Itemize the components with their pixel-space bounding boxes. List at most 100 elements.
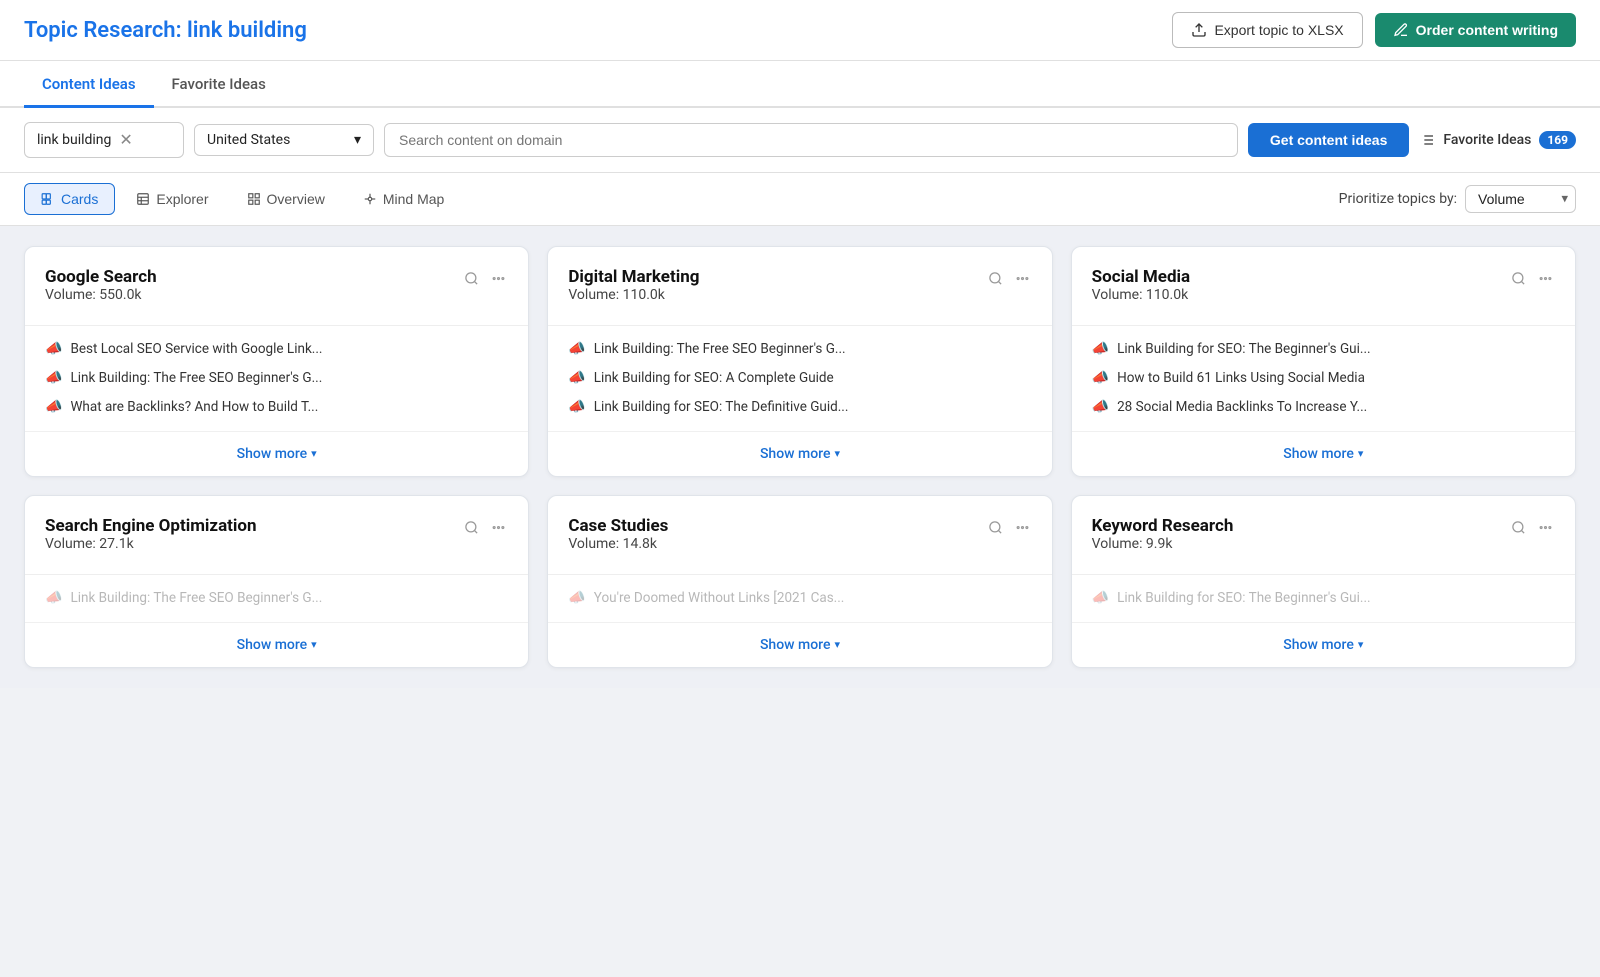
- page-title-static: Topic Research:: [24, 18, 182, 43]
- search-icon: [464, 520, 479, 535]
- keyword-value: link building: [37, 132, 111, 148]
- show-more-label: Show more: [237, 446, 308, 462]
- card-item: 📣 Link Building for SEO: The Beginner's …: [1092, 340, 1555, 359]
- view-tab-overview-label: Overview: [267, 191, 325, 207]
- view-tab-overview[interactable]: Overview: [230, 183, 342, 215]
- show-more-button[interactable]: Show more ▾: [548, 622, 1051, 667]
- card-item-text: 28 Social Media Backlinks To Increase Y.…: [1117, 398, 1367, 417]
- more-icon: [1015, 271, 1030, 286]
- controls-bar: link building ✕ United States ▾ Get cont…: [0, 108, 1600, 173]
- order-label: Order content writing: [1416, 22, 1558, 38]
- search-icon: [988, 520, 1003, 535]
- show-more-button[interactable]: Show more ▾: [548, 431, 1051, 476]
- show-more-chevron: ▾: [834, 638, 840, 651]
- show-more-chevron: ▾: [311, 447, 317, 460]
- view-tab-cards-label: Cards: [61, 191, 98, 207]
- card-more-button[interactable]: [489, 269, 508, 288]
- card-item: 📣 What are Backlinks? And How to Build T…: [45, 398, 508, 417]
- show-more-label: Show more: [760, 446, 831, 462]
- show-more-button[interactable]: Show more ▾: [25, 622, 528, 667]
- show-more-button[interactable]: Show more ▾: [1072, 431, 1575, 476]
- card-item-text: Link Building for SEO: The Definitive Gu…: [594, 398, 849, 417]
- card-search-button[interactable]: [1509, 518, 1528, 537]
- show-more-button[interactable]: Show more ▾: [1072, 622, 1575, 667]
- card-header: Keyword Research Volume: 9.9k: [1092, 516, 1555, 570]
- search-icon: [1511, 520, 1526, 535]
- get-content-ideas-button[interactable]: Get content ideas: [1248, 123, 1409, 157]
- order-button[interactable]: Order content writing: [1375, 13, 1576, 47]
- tab-content-ideas[interactable]: Content Ideas: [24, 61, 154, 108]
- list-icon: [1419, 132, 1435, 148]
- card-item: 📣 Link Building for SEO: The Beginner's …: [1092, 589, 1555, 608]
- view-tabs: Cards Explorer Overview Mind Map: [24, 183, 461, 215]
- domain-search-input[interactable]: [384, 123, 1238, 157]
- card-search-button[interactable]: [1509, 269, 1528, 288]
- card-item: 📣 Best Local SEO Service with Google Lin…: [45, 340, 508, 359]
- favorite-ideas-button[interactable]: Favorite Ideas 169: [1419, 131, 1576, 149]
- card-more-button[interactable]: [1013, 269, 1032, 288]
- keyword-field[interactable]: link building ✕: [24, 122, 184, 158]
- megaphone-icon: 📣: [1092, 399, 1109, 415]
- view-tab-mind-map[interactable]: Mind Map: [346, 183, 461, 215]
- card-more-button[interactable]: [1536, 518, 1555, 537]
- card-0: Google Search Volume: 550.0k 📣 Best Loca…: [24, 246, 529, 477]
- export-button[interactable]: Export topic to XLSX: [1172, 12, 1362, 48]
- card-item-text: You're Doomed Without Links [2021 Cas...: [594, 589, 845, 608]
- card-item-text: How to Build 61 Links Using Social Media: [1117, 369, 1365, 388]
- card-icons: [1509, 269, 1555, 288]
- card-items: 📣 Link Building: The Free SEO Beginner's…: [45, 589, 508, 608]
- sort-select[interactable]: Volume Relevance Efficiency: [1465, 185, 1576, 213]
- card-item-text: Link Building for SEO: The Beginner's Gu…: [1117, 340, 1370, 359]
- card-header: Google Search Volume: 550.0k: [45, 267, 508, 321]
- card-more-button[interactable]: [1013, 518, 1032, 537]
- card-header: Case Studies Volume: 14.8k: [568, 516, 1031, 570]
- prioritize-section: Prioritize topics by: Volume Relevance E…: [1339, 185, 1576, 213]
- card-5: Keyword Research Volume: 9.9k 📣 Link Bui…: [1071, 495, 1576, 668]
- show-more-chevron: ▾: [834, 447, 840, 460]
- get-ideas-label: Get content ideas: [1270, 132, 1387, 148]
- show-more-chevron: ▾: [311, 638, 317, 651]
- show-more-chevron: ▾: [1358, 638, 1364, 651]
- card-more-button[interactable]: [1536, 269, 1555, 288]
- order-icon: [1393, 22, 1409, 38]
- view-tab-mind-map-label: Mind Map: [383, 191, 444, 207]
- card-items: 📣 You're Doomed Without Links [2021 Cas.…: [568, 589, 1031, 608]
- export-label: Export topic to XLSX: [1214, 22, 1343, 38]
- favorite-ideas-label: Favorite Ideas: [1443, 132, 1531, 148]
- tab-favorite-ideas[interactable]: Favorite Ideas: [154, 61, 284, 108]
- card-search-button[interactable]: [462, 269, 481, 288]
- card-4: Case Studies Volume: 14.8k 📣 You're Doom…: [547, 495, 1052, 668]
- card-header: Social Media Volume: 110.0k: [1092, 267, 1555, 321]
- card-search-button[interactable]: [986, 518, 1005, 537]
- megaphone-icon: 📣: [1092, 341, 1109, 357]
- card-items: 📣 Best Local SEO Service with Google Lin…: [45, 340, 508, 417]
- card-volume: Volume: 110.0k: [1092, 287, 1190, 303]
- card-title: Keyword Research: [1092, 516, 1234, 536]
- card-item: 📣 Link Building: The Free SEO Beginner's…: [568, 340, 1031, 359]
- show-more-button[interactable]: Show more ▾: [25, 431, 528, 476]
- clear-keyword-button[interactable]: ✕: [119, 130, 132, 150]
- card-volume: Volume: 9.9k: [1092, 536, 1234, 552]
- more-icon: [1538, 520, 1553, 535]
- sort-select-wrap[interactable]: Volume Relevance Efficiency: [1465, 185, 1576, 213]
- card-item-text: What are Backlinks? And How to Build T..…: [70, 398, 318, 417]
- view-bar: Cards Explorer Overview Mind Map Priorit…: [0, 173, 1600, 226]
- card-icons: [1509, 518, 1555, 537]
- card-item-text: Link Building for SEO: The Beginner's Gu…: [1117, 589, 1370, 608]
- card-search-button[interactable]: [462, 518, 481, 537]
- card-volume: Volume: 110.0k: [568, 287, 699, 303]
- card-item: 📣 Link Building: The Free SEO Beginner's…: [45, 369, 508, 388]
- country-dropdown[interactable]: United States ▾: [194, 124, 374, 156]
- card-item: 📣 Link Building: The Free SEO Beginner's…: [45, 589, 508, 608]
- card-item-text: Link Building: The Free SEO Beginner's G…: [70, 369, 322, 388]
- show-more-label: Show more: [237, 637, 308, 653]
- view-tab-cards[interactable]: Cards: [24, 183, 115, 215]
- overview-icon: [247, 192, 261, 206]
- card-volume: Volume: 14.8k: [568, 536, 668, 552]
- card-icons: [986, 269, 1032, 288]
- card-more-button[interactable]: [489, 518, 508, 537]
- more-icon: [491, 271, 506, 286]
- card-search-button[interactable]: [986, 269, 1005, 288]
- megaphone-icon: 📣: [45, 341, 62, 357]
- view-tab-explorer[interactable]: Explorer: [119, 183, 225, 215]
